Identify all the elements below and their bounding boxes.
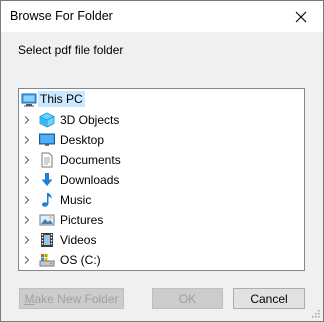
drive-icon — [39, 254, 55, 267]
chevron-right-icon[interactable] — [23, 256, 31, 264]
tree-item-label: This PC — [38, 91, 85, 107]
tree-item-label: OS (C:) — [60, 253, 101, 267]
ok-button[interactable]: OK — [152, 288, 223, 309]
tree-item-label: Documents — [60, 153, 121, 167]
tree-item-pictures[interactable]: Pictures — [19, 210, 304, 230]
tree-item-desktop[interactable]: Desktop — [19, 130, 304, 150]
instruction-text: Select pdf file folder — [18, 43, 124, 57]
chevron-right-icon[interactable] — [23, 136, 31, 144]
tree-item-label: Downloads — [60, 173, 120, 187]
tree-item-label: Videos — [60, 233, 97, 247]
tree-item-label: Desktop — [60, 133, 105, 147]
make-new-folder-label: ake New Folder — [34, 291, 119, 306]
this-pc-icon — [21, 93, 37, 107]
chevron-right-icon[interactable] — [23, 156, 31, 164]
tree-item-3d-objects[interactable]: 3D Objects — [19, 110, 304, 130]
3d-objects-icon — [39, 112, 55, 128]
browse-for-folder-dialog: Browse For Folder Select pdf file folder… — [0, 0, 324, 322]
make-new-folder-accelerator: M — [24, 291, 35, 306]
tree-item-videos[interactable]: Videos — [19, 230, 304, 250]
tree-item-downloads[interactable]: Downloads — [19, 170, 304, 190]
make-new-folder-button[interactable]: Make New Folder — [19, 288, 124, 309]
ok-button-label: OK — [178, 291, 197, 306]
window-title: Browse For Folder — [10, 9, 113, 23]
tree-item-documents[interactable]: Documents — [19, 150, 304, 170]
cancel-button-label: Cancel — [250, 291, 288, 306]
folder-tree[interactable]: This PC 3D Objects Desktop Documents Dow… — [18, 88, 305, 271]
videos-icon — [41, 233, 53, 247]
downloads-icon — [41, 173, 53, 186]
tree-item-this-pc[interactable]: This PC — [19, 90, 304, 110]
chevron-right-icon[interactable] — [23, 196, 31, 204]
pictures-icon — [39, 214, 55, 226]
documents-icon — [41, 152, 53, 168]
cancel-button[interactable]: Cancel — [233, 288, 305, 309]
chevron-right-icon[interactable] — [23, 176, 31, 184]
close-button[interactable] — [279, 1, 323, 32]
title-bar[interactable]: Browse For Folder — [1, 1, 323, 32]
chevron-right-icon[interactable] — [23, 116, 31, 124]
resize-grip-icon[interactable] — [310, 308, 320, 318]
desktop-icon — [39, 133, 55, 146]
music-icon — [42, 193, 52, 207]
tree-item-label: Pictures — [60, 213, 104, 227]
tree-item-os-c[interactable]: OS (C:) — [19, 250, 304, 270]
tree-item-label: Music — [60, 193, 92, 207]
chevron-right-icon[interactable] — [23, 216, 31, 224]
chevron-right-icon[interactable] — [23, 236, 31, 244]
tree-item-label: 3D Objects — [60, 113, 120, 127]
tree-item-music[interactable]: Music — [19, 190, 304, 210]
close-icon — [295, 11, 307, 22]
